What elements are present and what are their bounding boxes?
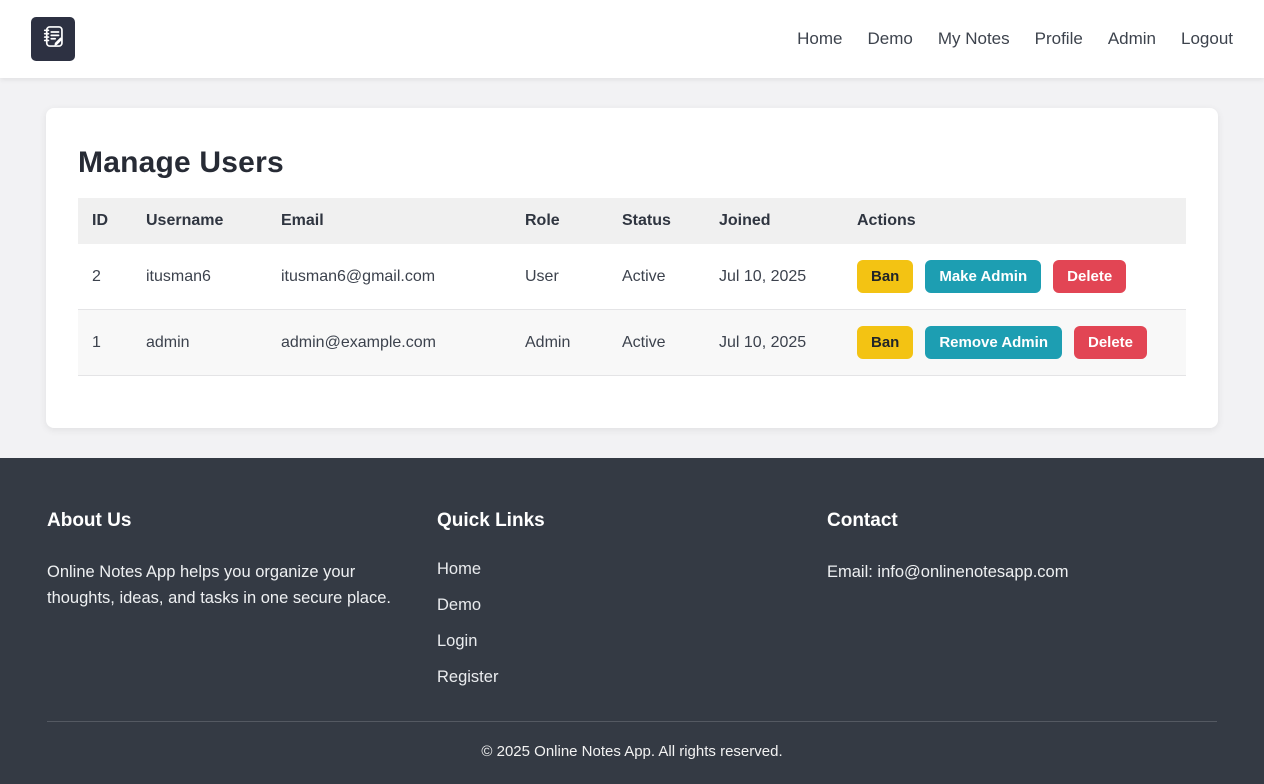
- cell-status: Active: [608, 244, 705, 310]
- nav-link-logout[interactable]: Logout: [1181, 29, 1233, 49]
- cell-status: Active: [608, 310, 705, 376]
- cell-email: itusman6@gmail.com: [267, 244, 511, 310]
- main-content: Manage Users IDUsernameEmailRoleStatusJo…: [0, 78, 1264, 458]
- footer-contact-email: Email: info@onlinenotesapp.com: [827, 560, 1172, 586]
- footer-link-demo[interactable]: Demo: [437, 596, 481, 614]
- table-body: 2itusman6itusman6@gmail.comUserActiveJul…: [78, 244, 1186, 376]
- users-table: IDUsernameEmailRoleStatusJoinedActions 2…: [78, 198, 1186, 376]
- nav-link-profile[interactable]: Profile: [1035, 29, 1083, 49]
- column-header-joined: Joined: [705, 198, 843, 244]
- footer-about-section: About Us Online Notes App helps you orga…: [47, 498, 437, 721]
- cell-actions: Ban Remove Admin Delete: [843, 310, 1186, 376]
- nav-links: Home Demo My Notes Profile Admin Logout: [797, 29, 1233, 49]
- footer-link-item: Demo: [437, 596, 827, 615]
- column-header-username: Username: [132, 198, 267, 244]
- ban-button[interactable]: Ban: [857, 260, 913, 293]
- footer-columns: About Us Online Notes App helps you orga…: [47, 498, 1217, 721]
- cell-joined: Jul 10, 2025: [705, 244, 843, 310]
- make-admin-button[interactable]: Make Admin: [925, 260, 1041, 293]
- footer-copyright: © 2025 Online Notes App. All rights rese…: [47, 721, 1217, 784]
- footer: About Us Online Notes App helps you orga…: [0, 458, 1264, 784]
- nav-link-home[interactable]: Home: [797, 29, 842, 49]
- footer-about-text: Online Notes App helps you organize your…: [47, 560, 392, 611]
- nav-link-demo[interactable]: Demo: [867, 29, 912, 49]
- column-header-status: Status: [608, 198, 705, 244]
- cell-joined: Jul 10, 2025: [705, 310, 843, 376]
- cell-id: 2: [78, 244, 132, 310]
- cell-actions: Ban Make Admin Delete: [843, 244, 1186, 310]
- table-header-row: IDUsernameEmailRoleStatusJoinedActions: [78, 198, 1186, 244]
- footer-link-register[interactable]: Register: [437, 668, 498, 686]
- footer-link-home[interactable]: Home: [437, 560, 481, 578]
- footer-contact-title: Contact: [827, 510, 1217, 532]
- footer-link-item: Home: [437, 560, 827, 579]
- cell-username: admin: [132, 310, 267, 376]
- cell-role: User: [511, 244, 608, 310]
- delete-button[interactable]: Delete: [1053, 260, 1126, 293]
- cell-id: 1: [78, 310, 132, 376]
- app-logo[interactable]: [31, 17, 75, 61]
- notes-notepad-pencil-icon: [40, 23, 67, 55]
- column-header-id: ID: [78, 198, 132, 244]
- manage-users-card: Manage Users IDUsernameEmailRoleStatusJo…: [46, 108, 1218, 428]
- column-header-email: Email: [267, 198, 511, 244]
- page-title: Manage Users: [78, 146, 1186, 180]
- table-row: 2itusman6itusman6@gmail.comUserActiveJul…: [78, 244, 1186, 310]
- footer-link-login[interactable]: Login: [437, 632, 477, 650]
- column-header-actions: Actions: [843, 198, 1186, 244]
- table-row: 1adminadmin@example.comAdminActiveJul 10…: [78, 310, 1186, 376]
- footer-about-title: About Us: [47, 510, 437, 532]
- footer-quick-links: Home Demo Login Register: [437, 560, 827, 687]
- nav-link-my-notes[interactable]: My Notes: [938, 29, 1010, 49]
- remove-admin-button[interactable]: Remove Admin: [925, 326, 1062, 359]
- cell-role: Admin: [511, 310, 608, 376]
- nav-link-admin[interactable]: Admin: [1108, 29, 1156, 49]
- ban-button[interactable]: Ban: [857, 326, 913, 359]
- footer-quicklinks-section: Quick Links Home Demo Login Register: [437, 498, 827, 721]
- footer-quicklinks-title: Quick Links: [437, 510, 827, 532]
- footer-link-item: Login: [437, 632, 827, 651]
- delete-button[interactable]: Delete: [1074, 326, 1147, 359]
- footer-link-item: Register: [437, 668, 827, 687]
- cell-email: admin@example.com: [267, 310, 511, 376]
- footer-contact-section: Contact Email: info@onlinenotesapp.com: [827, 498, 1217, 721]
- navbar: Home Demo My Notes Profile Admin Logout: [0, 0, 1264, 78]
- column-header-role: Role: [511, 198, 608, 244]
- cell-username: itusman6: [132, 244, 267, 310]
